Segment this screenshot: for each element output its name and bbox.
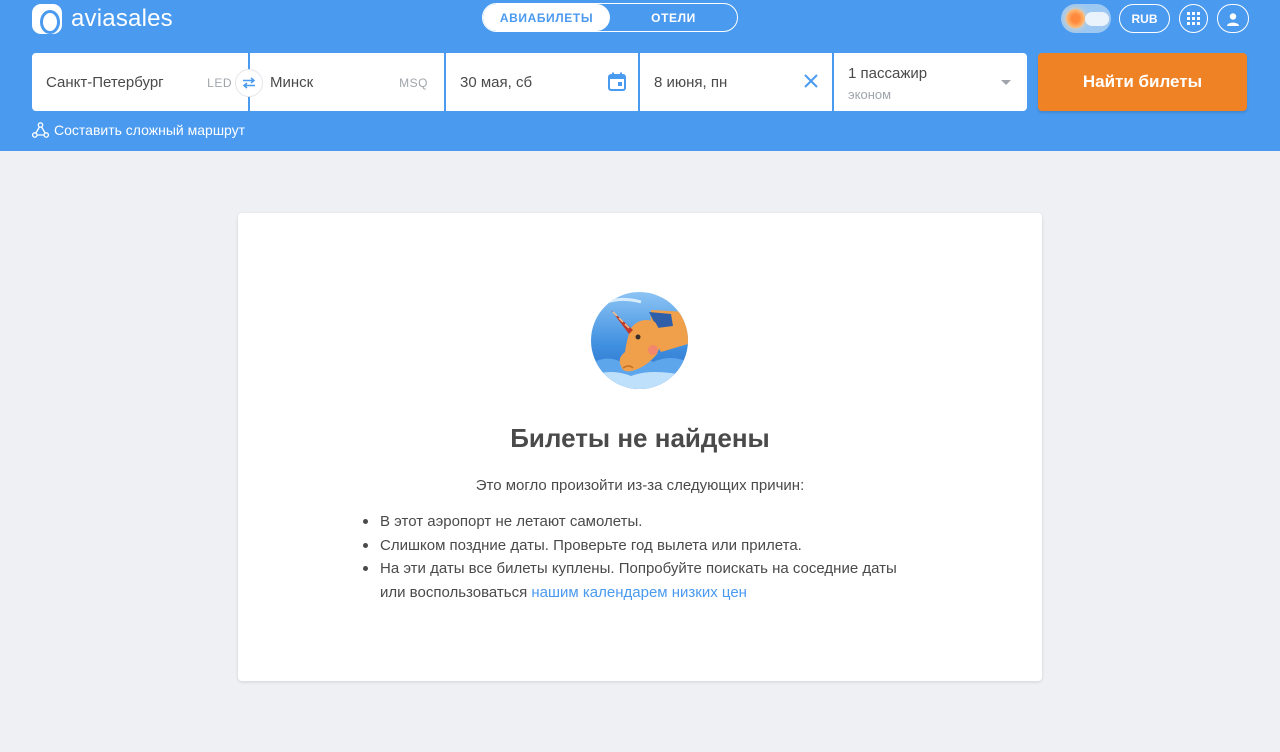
origin-field[interactable]: Санкт-Петербург LED — [32, 53, 263, 111]
depart-date-field[interactable]: 30 мая, сб — [446, 53, 638, 111]
reasons-list: В этот аэропорт не летают самолеты. Слиш… — [363, 510, 920, 604]
logo-text: aviasales — [71, 5, 173, 32]
unicorn-mascot — [591, 292, 688, 389]
destination-city: Минск — [270, 74, 314, 91]
product-tabs: АВИАБИЛЕТЫ ОТЕЛИ — [482, 3, 738, 32]
passengers-field[interactable]: 1 пассажир эконом — [834, 53, 1027, 111]
list-item: В этот аэропорт не летают самолеты. — [363, 510, 920, 534]
logo[interactable]: aviasales — [32, 4, 173, 34]
destination-iata: MSQ — [399, 76, 428, 90]
passengers-count: 1 пассажир — [848, 65, 928, 82]
complex-route-link[interactable]: Составить сложный маршрут — [32, 122, 245, 138]
user-icon[interactable] — [1217, 4, 1249, 33]
currency-button[interactable]: RUB — [1119, 4, 1170, 33]
sun-icon — [1066, 9, 1085, 28]
cabin-class: эконом — [848, 87, 892, 102]
route-icon — [32, 122, 49, 138]
close-icon[interactable] — [804, 74, 818, 92]
tab-flights[interactable]: АВИАБИЛЕТЫ — [483, 4, 610, 31]
complex-route-label: Составить сложный маршрут — [54, 122, 246, 138]
reasons-intro: Это могло произойти из-за следующих прич… — [475, 477, 805, 494]
origin-iata: LED — [207, 76, 232, 90]
cloud-icon — [1085, 12, 1109, 26]
origin-city: Санкт-Петербург — [46, 74, 164, 91]
calendar-icon[interactable] — [608, 72, 626, 95]
chevron-down-icon — [1001, 80, 1011, 85]
search-button[interactable]: Найти билеты — [1038, 53, 1247, 111]
search-form: Санкт-Петербург LED Минск MSQ 30 мая, сб — [32, 53, 1027, 111]
return-date: 8 июня, пн — [654, 74, 728, 91]
calendar-link[interactable]: нашим календарем низких цен — [531, 584, 747, 601]
apps-grid-icon[interactable] — [1179, 4, 1208, 33]
swap-icon[interactable] — [235, 69, 263, 97]
depart-date: 30 мая, сб — [460, 74, 533, 91]
aviasales-logo-icon — [32, 4, 62, 34]
list-item: На эти даты все билеты куплены. Попробуй… — [363, 557, 920, 604]
no-results-card: Билеты не найдены Это могло произойти из… — [238, 213, 1042, 681]
destination-field[interactable]: Минск MSQ — [250, 53, 444, 111]
page-title: Билеты не найдены — [510, 423, 770, 453]
header: aviasales АВИАБИЛЕТЫ ОТЕЛИ RUB Санкт-Пет… — [0, 0, 1280, 151]
return-date-field[interactable]: 8 июня, пн — [640, 53, 832, 111]
day-night-toggle-icon[interactable] — [1061, 4, 1111, 33]
list-item: Слишком поздние даты. Проверьте год выле… — [363, 534, 920, 558]
tab-hotels[interactable]: ОТЕЛИ — [610, 4, 737, 31]
